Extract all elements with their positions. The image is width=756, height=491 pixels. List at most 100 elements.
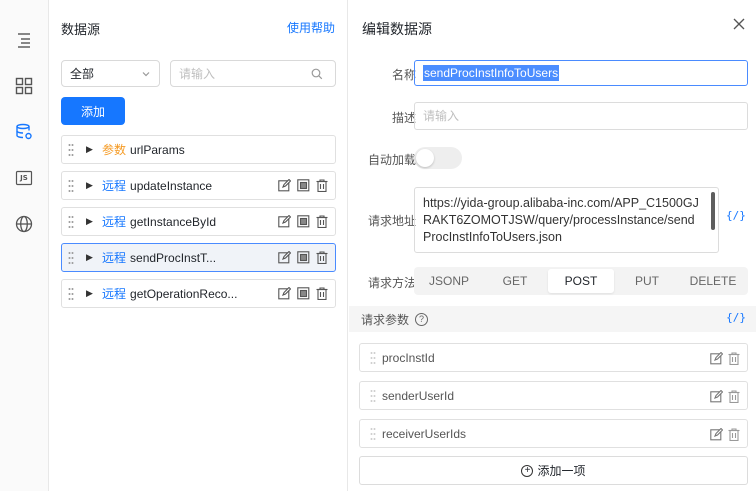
globe-icon[interactable]: [12, 212, 36, 236]
edit-datasource-panel: 编辑数据源 名称 sendProcInstInfoToUsers 描述 自动加载…: [349, 0, 756, 491]
filter-value: 全部: [70, 67, 95, 81]
item-actions: [277, 250, 329, 265]
datasource-tag: 远程: [102, 251, 127, 265]
list-title: 数据源: [61, 22, 101, 37]
add-param-label: 添加一项: [537, 464, 586, 478]
edit-icon[interactable]: [709, 389, 723, 404]
search-icon: [311, 68, 323, 79]
item-actions: [277, 286, 329, 301]
expand-caret-icon[interactable]: ▶: [86, 252, 102, 263]
drag-handle-icon[interactable]: [370, 351, 376, 365]
expand-caret-icon[interactable]: ▶: [86, 288, 102, 299]
drag-handle-icon[interactable]: [68, 214, 80, 230]
editor-title: 编辑数据源: [362, 21, 432, 37]
help-link[interactable]: 使用帮助: [287, 19, 335, 36]
delete-icon[interactable]: [315, 250, 329, 265]
desc-field[interactable]: [415, 103, 735, 129]
filter-select[interactable]: 全部: [61, 60, 160, 87]
param-name: senderUserId: [382, 388, 455, 403]
edit-icon[interactable]: [277, 286, 291, 301]
expand-caret-icon[interactable]: ▶: [86, 180, 102, 191]
params-header: 请求参数 ? {/}: [349, 306, 756, 332]
params-code-toggle[interactable]: {/}: [726, 311, 746, 324]
param-actions: [709, 389, 741, 404]
desc-label: 描述: [391, 111, 416, 125]
param-item: senderUserId: [359, 381, 748, 410]
param-name: receiverUserIds: [382, 426, 467, 441]
delete-icon[interactable]: [315, 178, 329, 193]
url-label: 请求地址: [367, 214, 416, 228]
delete-icon[interactable]: [727, 427, 741, 442]
js-code-icon[interactable]: JS: [12, 166, 36, 190]
copy-icon[interactable]: [296, 286, 310, 301]
chevron-down-icon: [142, 71, 150, 76]
method-delete[interactable]: DELETE: [680, 269, 746, 293]
datasource-tag: 远程: [102, 215, 127, 229]
edit-icon[interactable]: [277, 178, 291, 193]
copy-icon[interactable]: [296, 250, 310, 265]
outline-tree-icon[interactable]: [12, 28, 36, 52]
method-put[interactable]: PUT: [614, 269, 680, 293]
method-jsonp[interactable]: JSONP: [416, 269, 482, 293]
edit-icon[interactable]: [709, 427, 723, 442]
search-box[interactable]: [170, 60, 336, 87]
components-grid-icon[interactable]: [12, 74, 36, 98]
datasource-name: getOperationReco...: [130, 286, 238, 301]
toggle-knob: [416, 149, 434, 167]
url-code-toggle[interactable]: {/}: [726, 209, 746, 222]
delete-icon[interactable]: [315, 286, 329, 301]
name-label: 名称: [391, 68, 416, 82]
drag-handle-icon[interactable]: [68, 286, 80, 302]
datasource-tag: 远程: [102, 179, 127, 193]
drag-handle-icon[interactable]: [68, 178, 80, 194]
edit-icon[interactable]: [709, 351, 723, 366]
delete-icon[interactable]: [727, 389, 741, 404]
edit-icon[interactable]: [277, 250, 291, 265]
search-input[interactable]: [171, 61, 311, 86]
name-value: sendProcInstInfoToUsers: [423, 65, 560, 81]
expand-caret-icon[interactable]: ▶: [86, 216, 102, 227]
param-name: procInstId: [382, 350, 435, 365]
icon-rail: JS: [0, 0, 49, 491]
drag-handle-icon[interactable]: [370, 389, 376, 403]
datasource-icon[interactable]: [12, 120, 36, 144]
method-label: 请求方法: [367, 276, 416, 290]
plus-circle-icon: +: [521, 464, 534, 477]
edit-icon[interactable]: [277, 214, 291, 229]
datasource-item-selected[interactable]: ▶ 远程 sendProcInstT...: [61, 243, 336, 272]
js-label: JS: [20, 174, 28, 182]
expand-caret-icon[interactable]: ▶: [86, 144, 102, 155]
params-title: 请求参数: [361, 312, 410, 327]
autoload-label: 自动加载: [367, 153, 416, 167]
datasource-list-panel: 数据源 使用帮助 全部 添加 ▶ 参数 urlParams ▶ 远程 updat…: [49, 0, 348, 491]
copy-icon[interactable]: [296, 178, 310, 193]
delete-icon[interactable]: [727, 351, 741, 366]
copy-icon[interactable]: [296, 214, 310, 229]
name-field[interactable]: sendProcInstInfoToUsers: [414, 60, 748, 86]
param-actions: [709, 351, 741, 366]
drag-handle-icon[interactable]: [370, 427, 376, 441]
desc-field-wrapper: [414, 102, 748, 130]
delete-icon[interactable]: [315, 214, 329, 229]
param-item: receiverUserIds: [359, 419, 748, 448]
autoload-toggle[interactable]: [414, 147, 462, 169]
url-scrollbar[interactable]: [711, 192, 715, 230]
url-field[interactable]: https://yida-group.alibaba-inc.com/APP_C…: [414, 187, 719, 253]
drag-handle-icon[interactable]: [68, 250, 80, 266]
close-icon[interactable]: [732, 17, 746, 31]
datasource-item[interactable]: ▶ 远程 updateInstance: [61, 171, 336, 200]
datasource-item[interactable]: ▶ 远程 getOperationReco...: [61, 279, 336, 308]
method-segmented: JSONP GET POST PUT DELETE: [414, 267, 748, 295]
datasource-item[interactable]: ▶ 远程 getInstanceById: [61, 207, 336, 236]
datasource-name: sendProcInstT...: [130, 250, 217, 265]
help-circle-icon[interactable]: ?: [415, 312, 429, 326]
add-param-button[interactable]: + 添加一项: [359, 456, 748, 485]
add-datasource-button[interactable]: 添加: [61, 97, 125, 125]
item-actions: [277, 178, 329, 193]
method-get[interactable]: GET: [482, 269, 548, 293]
method-post[interactable]: POST: [548, 269, 614, 293]
datasource-tag: 远程: [102, 287, 127, 301]
drag-handle-icon[interactable]: [68, 142, 80, 158]
datasource-name: getInstanceById: [130, 214, 217, 229]
datasource-item[interactable]: ▶ 参数 urlParams: [61, 135, 336, 164]
